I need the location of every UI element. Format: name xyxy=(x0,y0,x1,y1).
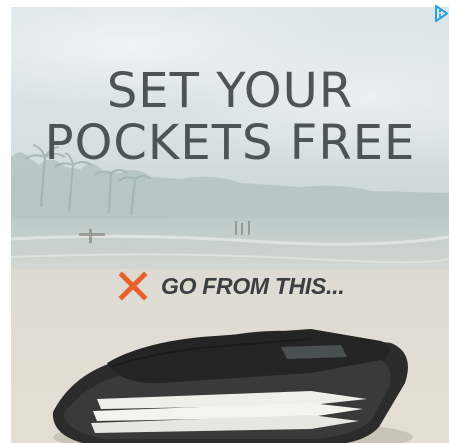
headline-line-2: POCKETS FREE xyxy=(44,115,416,171)
cta-text: GO FROM THIS... xyxy=(161,272,345,299)
ad-choices-icon[interactable] xyxy=(434,5,449,22)
ad-banner[interactable]: SET YOUR POCKETS FREE GO FROM THIS... xyxy=(11,7,449,443)
x-mark-icon xyxy=(118,271,148,301)
page: SET YOUR POCKETS FREE GO FROM THIS... xyxy=(0,0,449,443)
headline-line-1: SET YOUR xyxy=(106,63,354,119)
cta-row[interactable]: GO FROM THIS... xyxy=(117,269,345,303)
